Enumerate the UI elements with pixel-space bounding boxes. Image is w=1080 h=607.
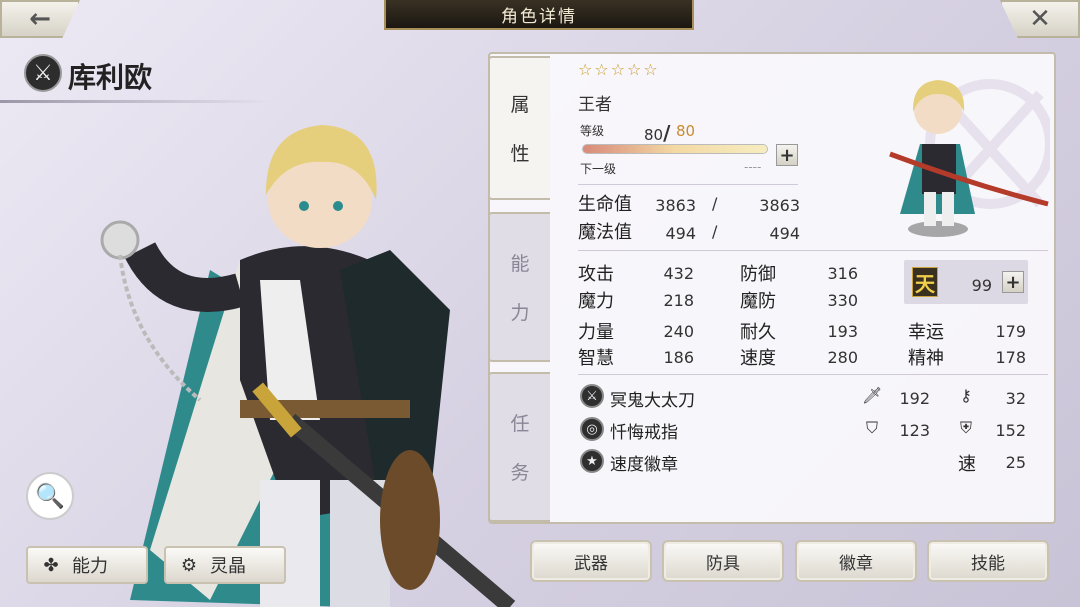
- int-value: 186: [663, 348, 694, 367]
- divider: [578, 184, 798, 185]
- button-label: 徽章: [839, 553, 873, 574]
- speed-stat-label: 速: [958, 454, 976, 475]
- def-value: 316: [827, 264, 858, 283]
- spi-value: 178: [995, 348, 1026, 367]
- tab-label: 任: [510, 413, 530, 435]
- equipment-stat: 123: [899, 421, 930, 440]
- level-label: 等级: [580, 124, 605, 138]
- armor-button[interactable]: 防具: [662, 540, 784, 582]
- atk-label: 攻击: [578, 264, 614, 285]
- page-title: 角色详情: [501, 6, 577, 27]
- weapon-button[interactable]: 武器: [530, 540, 652, 582]
- zoom-button[interactable]: 🔍: [26, 472, 74, 520]
- key-icon: ⚷: [960, 386, 972, 405]
- dots-icon: ✤: [43, 554, 59, 576]
- crystal-button[interactable]: ⚙ 灵晶: [164, 546, 286, 584]
- button-label: 武器: [574, 553, 608, 574]
- exp-bar-fill: [583, 145, 767, 153]
- tab-label: 性: [510, 143, 530, 165]
- equipment-stat: 25: [1005, 453, 1026, 472]
- equipment-name: 冥鬼大太刀: [610, 391, 695, 411]
- str-value: 240: [663, 322, 694, 341]
- end-value: 193: [827, 322, 858, 341]
- tab-quests[interactable]: 任 务: [488, 372, 550, 522]
- mdef-value: 330: [827, 291, 858, 310]
- sword-icon: ⚔: [580, 384, 604, 408]
- equipment-stat: 152: [995, 421, 1026, 440]
- def-label: 防御: [740, 264, 776, 285]
- shield-icon: ⛉: [865, 418, 878, 437]
- pocket-watch: [100, 220, 140, 260]
- divider: [578, 250, 1048, 251]
- close-button[interactable]: ✕: [1000, 0, 1080, 38]
- tab-label: 力: [510, 302, 530, 324]
- equipment-stat: 192: [899, 389, 930, 408]
- luck-value: 179: [995, 322, 1026, 341]
- tab-attributes[interactable]: 属 性: [488, 56, 550, 200]
- next-level-label: 下一级: [580, 162, 617, 176]
- exp-bar: [582, 144, 768, 154]
- badge-button[interactable]: 徽章: [795, 540, 917, 582]
- spd-label: 速度: [740, 348, 776, 369]
- spd-value: 280: [827, 348, 858, 367]
- tab-label: 务: [510, 462, 530, 484]
- sword-icon: ⚔: [24, 54, 62, 92]
- equipment-name: 忏悔戒指: [610, 423, 678, 443]
- button-label: 防具: [706, 553, 740, 574]
- ability-button-label: 能力: [72, 556, 108, 577]
- mp-max: 494: [769, 224, 800, 243]
- crystal-button-label: 灵晶: [210, 556, 246, 577]
- hp-value: 3863: [655, 196, 696, 215]
- heaven-icon: 天: [912, 267, 938, 297]
- hp-label: 生命值: [578, 194, 632, 215]
- equipment-stat: 32: [1005, 389, 1026, 408]
- back-arrow-icon: ←: [29, 4, 51, 34]
- mp-sep: /: [712, 222, 718, 241]
- level-max: 80: [676, 122, 696, 140]
- spi-label: 精神: [908, 348, 944, 369]
- rarity-stars: ☆☆☆☆☆: [578, 60, 660, 79]
- tab-abilities[interactable]: 能 力: [488, 212, 550, 362]
- mdef-label: 魔防: [740, 291, 776, 312]
- blade-icon: 🗡: [862, 386, 883, 405]
- ability-button[interactable]: ✤ 能力: [26, 546, 148, 584]
- level-current: 80/: [644, 121, 671, 145]
- crystal-icon: ⚙: [180, 554, 198, 576]
- mag-label: 魔力: [578, 291, 614, 312]
- next-level-value: ----: [744, 160, 762, 174]
- shield-cross-icon: ⛨: [959, 418, 972, 437]
- button-label: 技能: [971, 553, 1005, 574]
- hp-max: 3863: [759, 196, 800, 215]
- ring-icon: ◎: [580, 417, 604, 441]
- mp-value: 494: [665, 224, 696, 243]
- str-label: 力量: [578, 322, 614, 343]
- close-icon: ✕: [1029, 4, 1051, 34]
- tab-label: 能: [510, 253, 530, 275]
- badge-icon: ★: [580, 449, 604, 473]
- int-label: 智慧: [578, 348, 614, 369]
- skill-button[interactable]: 技能: [927, 540, 1049, 582]
- chibi-figure: [889, 79, 1050, 237]
- divider: [578, 374, 1048, 375]
- luck-label: 幸运: [908, 322, 944, 343]
- mag-value: 218: [663, 291, 694, 310]
- arm-left: [124, 241, 245, 312]
- search-icon: 🔍: [35, 482, 65, 510]
- page-title-bar: 角色详情: [384, 0, 694, 30]
- rank-label: 王者: [578, 95, 612, 115]
- hp-sep: /: [712, 194, 718, 213]
- mp-label: 魔法值: [578, 222, 632, 243]
- equipment-name: 速度徽章: [610, 455, 678, 475]
- talent-plus-button[interactable]: +: [1002, 271, 1024, 293]
- talent-value: 99: [971, 276, 992, 295]
- level-up-button[interactable]: +: [776, 144, 798, 166]
- leg-left: [260, 480, 320, 607]
- scabbard: [380, 450, 440, 590]
- end-label: 耐久: [740, 322, 776, 343]
- atk-value: 432: [663, 264, 694, 283]
- back-button[interactable]: ←: [0, 0, 80, 38]
- tab-label: 属: [510, 94, 530, 116]
